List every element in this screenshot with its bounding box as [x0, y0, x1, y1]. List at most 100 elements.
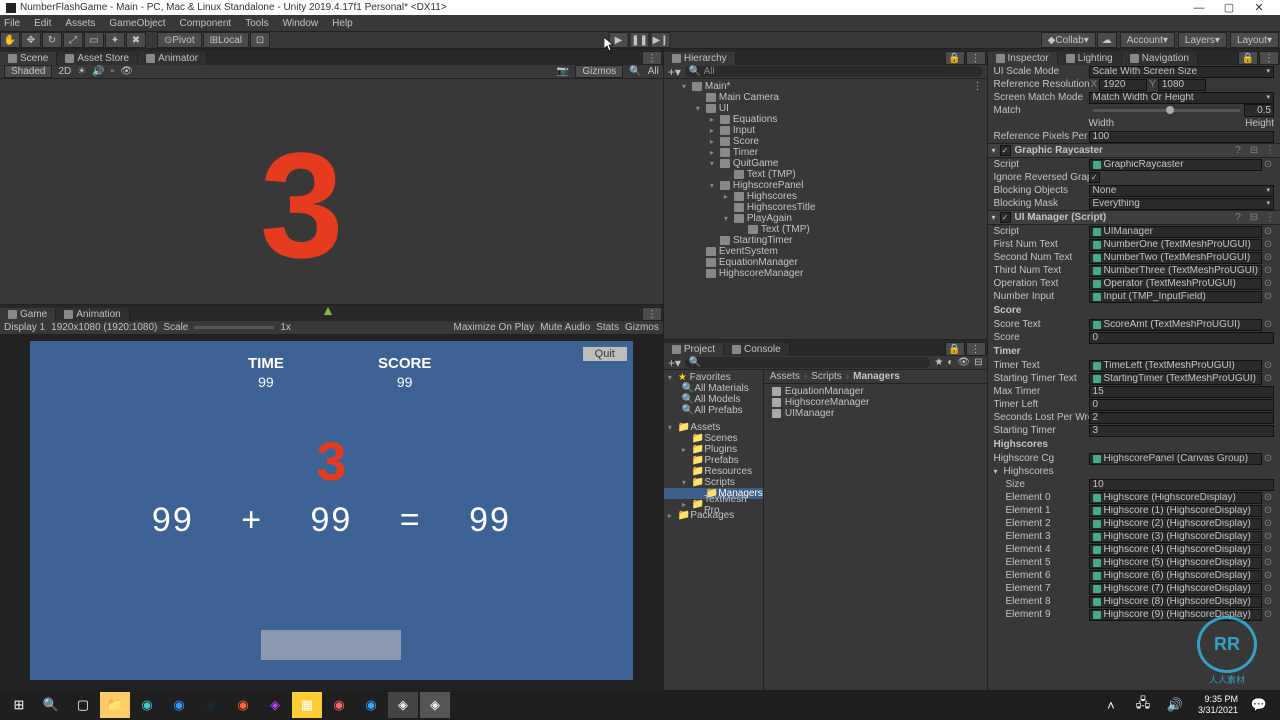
skype[interactable]: ◉ [356, 692, 386, 718]
hierarchy-item[interactable]: EventSystem [719, 246, 778, 257]
project-search[interactable]: 🔍 [685, 357, 931, 368]
camera-icon[interactable]: 📷 [557, 66, 569, 77]
menu-gameobject[interactable]: GameObject [109, 18, 165, 29]
match-mode-dropdown[interactable]: Match Width Or Height [1089, 92, 1274, 104]
audio-icon[interactable]: 🔊 [92, 66, 104, 77]
step-button[interactable]: ▶❙ [651, 32, 671, 48]
hierarchy-add[interactable]: +▾ [668, 65, 681, 79]
start-button[interactable]: ⊞ [4, 692, 34, 718]
obj-field[interactable]: Highscore (8) (HighscoreDisplay) [1089, 596, 1262, 608]
hidden-icon[interactable]: 👁 [120, 66, 133, 77]
hierarchy-item[interactable]: StartingTimer [733, 235, 793, 246]
score-input[interactable]: 0 [1089, 332, 1274, 344]
layout-dropdown[interactable]: Layout ▾ [1230, 32, 1279, 48]
layers-dropdown[interactable]: Layers ▾ [1178, 32, 1227, 48]
inspector-menu[interactable]: ⋮ [1259, 51, 1279, 65]
pause-button[interactable]: ❚❚ [630, 32, 650, 48]
project-slider[interactable]: ⊟ [974, 357, 982, 368]
obj-field[interactable]: Highscore (2) (HighscoreDisplay) [1089, 518, 1262, 530]
hierarchy-item[interactable]: UI [719, 103, 729, 114]
display-dropdown[interactable]: Display 1 [4, 322, 45, 333]
hierarchy-item[interactable]: EquationManager [719, 257, 798, 268]
ref-pixels-input[interactable]: 100 [1089, 131, 1274, 143]
file-item[interactable]: UIManager [785, 408, 834, 419]
file-item[interactable]: HighscoreManager [785, 397, 870, 408]
unity-hub[interactable]: ◈ [388, 692, 418, 718]
tab-animator[interactable]: Animator [138, 52, 207, 65]
preset-icon[interactable]: ⊟ [1248, 212, 1260, 223]
2d-toggle[interactable]: 2D [58, 66, 71, 77]
menu-window[interactable]: Window [283, 18, 319, 29]
menu-icon[interactable]: ⋮ [1264, 212, 1276, 223]
hierarchy-item[interactable]: Main Camera [719, 92, 779, 103]
pivot-toggle[interactable]: ⊙ Pivot [157, 32, 202, 48]
unity-editor[interactable]: ◈ [420, 692, 450, 718]
hierarchy-item[interactable]: Text (TMP) [747, 169, 796, 180]
project-item[interactable]: Scripts [704, 477, 735, 488]
match-slider[interactable] [1093, 109, 1240, 112]
app-3[interactable]: ▦ [292, 692, 322, 718]
visual-studio[interactable]: ◈ [260, 692, 290, 718]
project-files[interactable]: EquationManager HighscoreManager UIManag… [764, 384, 987, 421]
custom-tool[interactable]: ✖ [126, 32, 146, 48]
maximize-toggle[interactable]: Maximize On Play [454, 322, 535, 333]
hierarchy-item[interactable]: QuitGame [733, 158, 779, 169]
obj-field[interactable]: Highscore (4) (HighscoreDisplay) [1089, 544, 1262, 556]
game-gizmos-dropdown[interactable]: Gizmos [625, 322, 659, 333]
project-menu[interactable]: ⋮ [966, 342, 986, 356]
app-1[interactable]: ◉ [164, 692, 194, 718]
menu-icon[interactable]: ⋮ [1264, 145, 1276, 156]
preset-icon[interactable]: ⊟ [1248, 145, 1260, 156]
lighting-icon[interactable]: ☀ [77, 66, 86, 77]
hierarchy-item[interactable]: PlayAgain [747, 213, 792, 224]
collab-dropdown[interactable]: ◆ Collab ▾ [1041, 32, 1096, 48]
obj-field[interactable]: Highscore (6) (HighscoreDisplay) [1089, 570, 1262, 582]
resolution-dropdown[interactable]: 1920x1080 (1920:1080) [51, 322, 157, 333]
tab-inspector[interactable]: Inspector [988, 52, 1058, 65]
menu-edit[interactable]: Edit [34, 18, 51, 29]
maximize-button[interactable]: ▢ [1214, 1, 1244, 14]
help-icon[interactable]: ? [1232, 212, 1244, 223]
menu-assets[interactable]: Assets [65, 18, 95, 29]
obj-field[interactable]: Highscore (HighscoreDisplay) [1089, 492, 1262, 504]
scene-menu[interactable]: ⋮ [642, 51, 662, 65]
obj-field[interactable]: NumberTwo (TextMeshProUGUI) [1089, 252, 1262, 264]
stats-toggle[interactable]: Stats [596, 322, 619, 333]
ui-scale-dropdown[interactable]: Scale With Screen Size [1089, 66, 1274, 78]
project-lock[interactable]: 🔒 [945, 342, 965, 356]
project-filter-hidden[interactable]: 👁 [957, 357, 970, 368]
hierarchy-item[interactable]: Score [733, 136, 759, 147]
gizmos-dropdown[interactable]: Gizmos [575, 65, 623, 78]
project-add[interactable]: +▾ [668, 356, 681, 370]
project-item[interactable]: All Materials [694, 383, 748, 394]
taskbar-clock[interactable]: 9:35 PM3/31/2021 [1192, 694, 1244, 716]
menu-tools[interactable]: Tools [245, 18, 268, 29]
hierarchy-item[interactable]: HighscoreManager [719, 268, 804, 279]
project-item[interactable]: Resources [704, 466, 752, 477]
scale-slider[interactable] [194, 326, 274, 329]
search-button[interactable]: 🔍 [36, 692, 66, 718]
close-button[interactable]: ✕ [1244, 1, 1274, 14]
project-breadcrumb[interactable]: Assets› Scripts› Managers [764, 370, 987, 384]
obj-field[interactable]: NumberOne (TextMeshProUGUI) [1089, 239, 1262, 251]
scene-view[interactable]: 3 [0, 79, 663, 304]
project-item[interactable]: Scenes [704, 433, 737, 444]
quit-button[interactable]: Quit [583, 347, 627, 361]
ref-res-y[interactable]: 1080 [1158, 79, 1206, 91]
tab-animation[interactable]: Animation [56, 308, 129, 321]
obj-field[interactable]: HighscorePanel (Canvas Group) [1089, 453, 1262, 465]
obj-field[interactable]: Operator (TextMeshProUGUI) [1089, 278, 1262, 290]
ref-res-x[interactable]: 1920 [1099, 79, 1147, 91]
app-4[interactable]: ◉ [324, 692, 354, 718]
file-explorer[interactable]: 📁 [100, 692, 130, 718]
steam[interactable]: ◉ [196, 692, 226, 718]
project-filter-fav[interactable]: ★ [934, 357, 943, 368]
blocking-obj-dropdown[interactable]: None [1089, 185, 1274, 197]
snap-toggle[interactable]: ⊡ [250, 32, 270, 48]
favorites-folder[interactable]: Favorites [690, 372, 731, 383]
hierarchy-item[interactable]: HighscorePanel [733, 180, 804, 191]
blocking-mask-dropdown[interactable]: Everything [1089, 198, 1274, 210]
obj-field[interactable]: Highscore (5) (HighscoreDisplay) [1089, 557, 1262, 569]
menu-help[interactable]: Help [332, 18, 353, 29]
tray-network[interactable]: 🖧 [1128, 692, 1158, 718]
